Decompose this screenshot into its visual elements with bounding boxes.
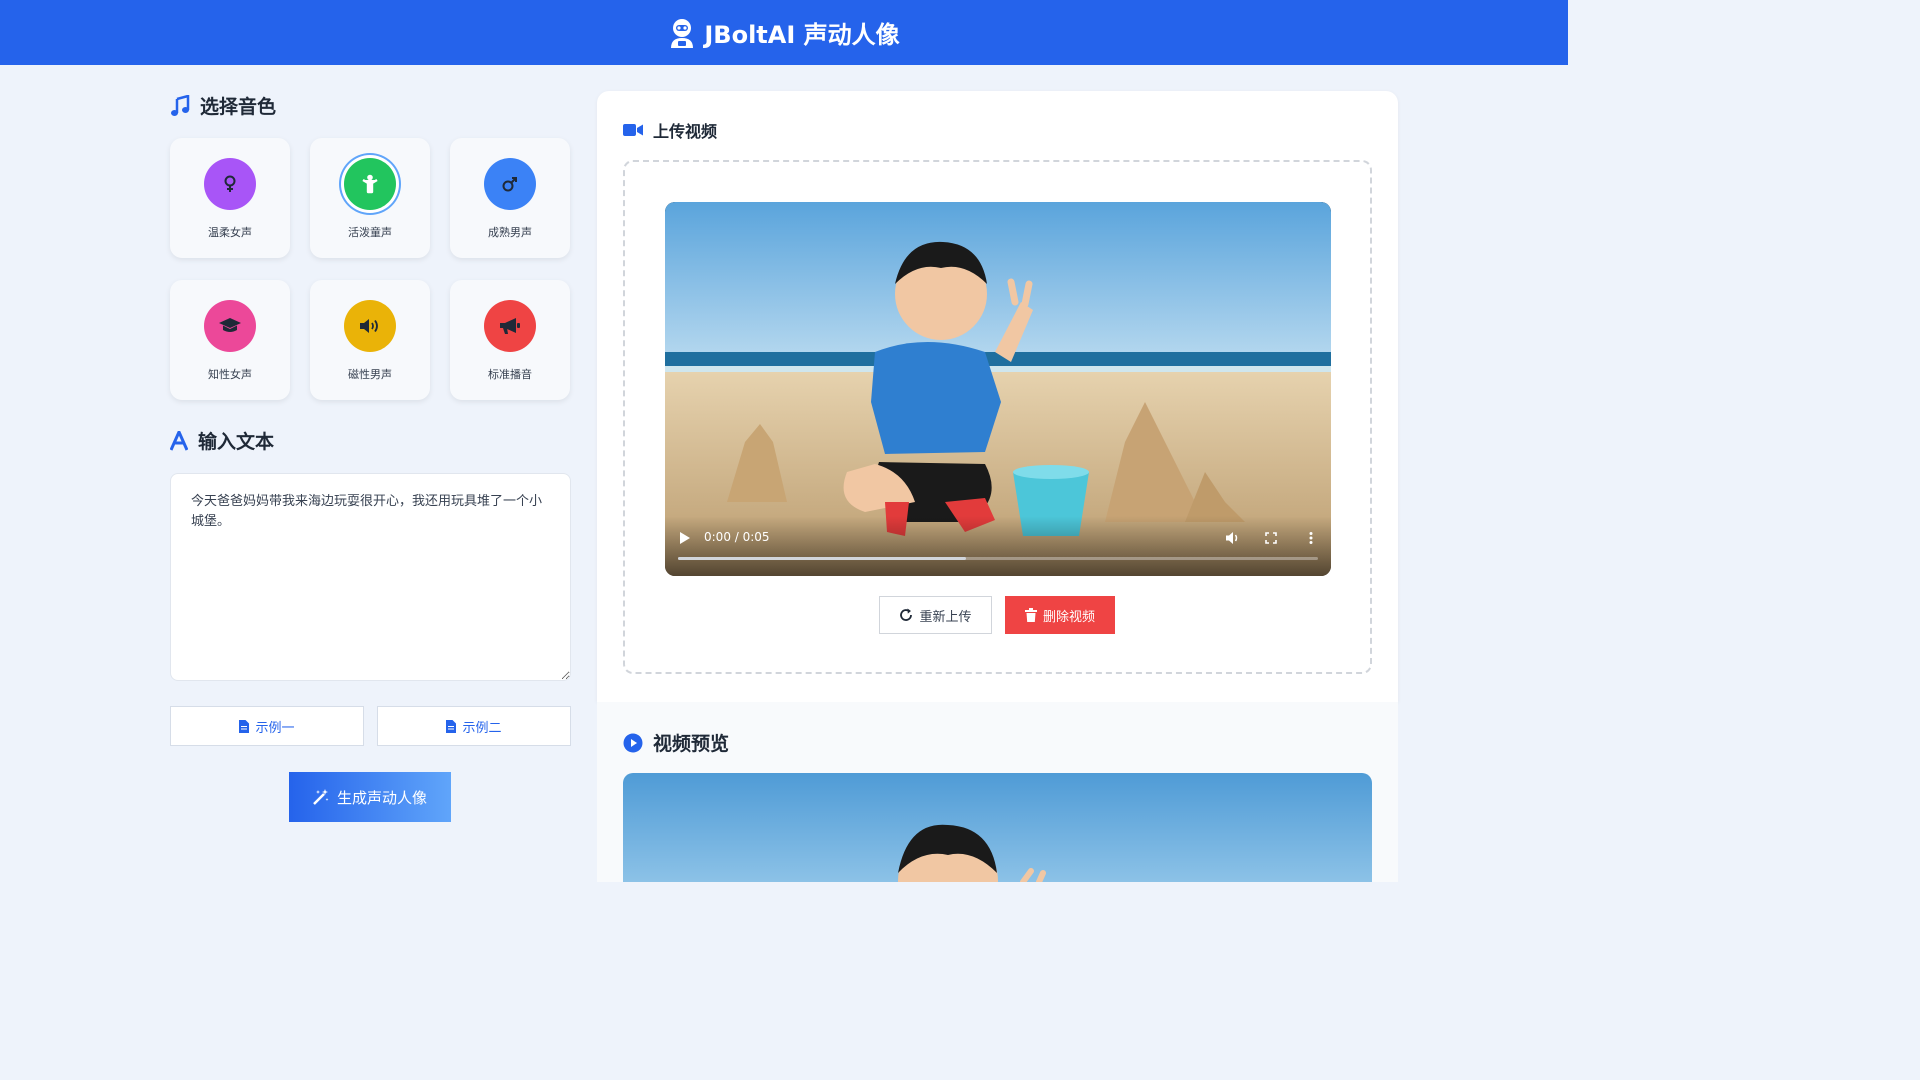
upload-section-title-text: 上传视频 [653,122,718,141]
example-one-button[interactable]: 示例一 [170,706,364,746]
mars-icon [502,177,517,192]
fullscreen-icon[interactable] [1263,530,1279,546]
example-one-label: 示例一 [255,720,295,736]
generate-button-label: 生成声动人像 [336,789,427,807]
preview-frame-image [623,773,1372,882]
video-camera-icon [623,124,643,136]
reupload-label: 重新上传 [919,609,972,625]
video-progress-bar[interactable] [678,557,1318,560]
megaphone-icon [500,318,520,334]
more-options-icon[interactable] [1303,530,1319,546]
voice-section-title-text: 选择音色 [200,96,277,118]
upload-section-title: 上传视频 [623,118,717,142]
child-icon [362,174,378,194]
graduation-cap-icon [219,318,241,332]
voice-label: 活泼童声 [348,226,392,239]
trash-icon [1024,608,1037,622]
example-two-label: 示例二 [462,720,502,736]
video-time: 0:00 / 0:05 [704,530,770,544]
voice-avatar [484,158,536,210]
voice-avatar [484,300,536,352]
voice-card-lively-child[interactable]: 活泼童声 [310,138,430,258]
uploaded-video-player[interactable]: 0:00 / 0:05 [665,202,1331,576]
music-note-icon [171,94,190,116]
robot-logo-icon [671,18,694,48]
voice-label: 磁性男声 [348,368,392,381]
text-section-title: 输入文本 [170,427,274,454]
preview-section-title: 视频预览 [623,729,729,756]
video-progress-fill [678,557,966,560]
voice-avatar [344,158,396,210]
generate-button[interactable]: 生成声动人像 [289,772,451,822]
magic-wand-icon [313,789,329,805]
voice-card-gentle-female[interactable]: 温柔女声 [170,138,290,258]
file-icon [239,719,250,733]
voice-card-mature-male[interactable]: 成熟男声 [450,138,570,258]
app-title: JBoltAI 声动人像 [704,21,900,49]
reupload-button[interactable]: 重新上传 [879,596,992,634]
file-icon [446,719,457,733]
refresh-icon [900,608,913,621]
preview-video[interactable] [623,773,1372,882]
voice-label: 知性女声 [208,368,252,381]
play-icon[interactable] [679,531,691,545]
delete-video-button[interactable]: 删除视频 [1005,596,1115,634]
venus-icon [224,175,236,192]
voice-label: 温柔女声 [208,226,252,239]
preview-section-title-text: 视频预览 [653,733,730,755]
text-input[interactable]: 今天爸爸妈妈带我来海边玩耍很开心，我还用玩具堆了一个小城堡。 [170,473,571,681]
voice-avatar [204,300,256,352]
play-circle-icon [623,733,643,752]
voice-label: 标准播音 [488,368,532,381]
voice-label: 成熟男声 [488,226,532,239]
app-header: JBoltAI 声动人像 [0,0,1568,65]
voice-section-title: 选择音色 [170,92,276,119]
voice-card-intellectual-female[interactable]: 知性女声 [170,280,290,400]
volume-icon[interactable] [1225,530,1241,546]
volume-icon [360,319,378,333]
text-section-title-text: 输入文本 [198,431,275,453]
voice-avatar [204,158,256,210]
voice-avatar [344,300,396,352]
video-controls: 0:00 / 0:05 [665,516,1331,576]
voice-card-magnetic-male[interactable]: 磁性男声 [310,280,430,400]
brand: JBoltAI 声动人像 [668,15,900,50]
example-two-button[interactable]: 示例二 [377,706,571,746]
delete-video-label: 删除视频 [1042,609,1095,625]
voice-card-standard-broadcast[interactable]: 标准播音 [450,280,570,400]
font-letter-icon [170,430,188,451]
